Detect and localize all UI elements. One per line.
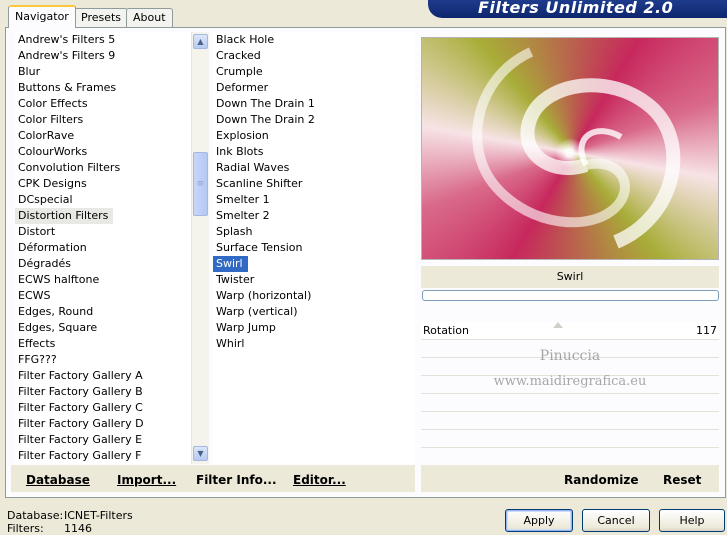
list-item[interactable]: ECWS [15, 288, 192, 304]
list-item[interactable]: Swirl [213, 256, 248, 272]
list-item[interactable]: ECWS halftone [15, 272, 192, 288]
list-item[interactable]: Warp (vertical) [213, 304, 415, 320]
list-item[interactable]: Explosion [213, 128, 415, 144]
watermark-line1: Pinuccia [539, 348, 601, 364]
list-item[interactable]: Down The Drain 2 [213, 112, 415, 128]
status-database-value: ICNET-Filters [64, 509, 133, 522]
parameter-slot [421, 430, 719, 448]
list-item[interactable]: Smelter 2 [213, 208, 415, 224]
list-item[interactable]: Blur [15, 64, 192, 80]
status-filters-label: Filters: [7, 522, 44, 535]
parameter-slot [421, 394, 719, 412]
help-button[interactable]: Help [659, 509, 725, 532]
watermark-line2: www.maidiregrafica.eu [493, 374, 647, 389]
list-item[interactable]: Cracked [213, 48, 415, 64]
scroll-thumb[interactable]: ≡ [193, 152, 208, 216]
randomize-button[interactable]: Randomize [564, 473, 638, 487]
filter-info-button[interactable]: Filter Info... [196, 473, 277, 487]
tab-navigator[interactable]: Navigator [8, 5, 76, 28]
list-item[interactable]: Distortion Filters [15, 208, 114, 224]
rotation-label: Rotation [423, 324, 470, 337]
tab-presets[interactable]: Presets [74, 8, 129, 27]
list-item[interactable]: FFG??? [15, 352, 192, 368]
grip-icon: ≡ [196, 179, 205, 189]
chevron-down-icon[interactable]: ▼ [193, 446, 208, 461]
list-item[interactable]: Warp (horizontal) [213, 288, 415, 304]
list-item[interactable]: Color Filters [15, 112, 192, 128]
list-item[interactable]: Black Hole [213, 32, 415, 48]
list-item[interactable]: Andrew's Filters 9 [15, 48, 192, 64]
tab-about[interactable]: About [126, 8, 173, 27]
list-item[interactable]: Whirl [213, 336, 415, 352]
list-item[interactable]: Splash [213, 224, 415, 240]
list-item[interactable]: Effects [15, 336, 192, 352]
editor-button[interactable]: Editor... [293, 473, 346, 487]
list-item[interactable]: CPK Designs [15, 176, 192, 192]
list-item[interactable]: Filter Factory Gallery B [15, 384, 192, 400]
status-filters-value: 1146 [64, 522, 92, 535]
list-item[interactable]: Edges, Round [15, 304, 192, 320]
status-database-label: Database: [7, 509, 64, 522]
list-item[interactable]: Filter Factory Gallery E [15, 432, 192, 448]
list-item[interactable]: Andrew's Filters 5 [15, 32, 192, 48]
parameter-slot [421, 448, 719, 466]
rotation-value: 117 [696, 324, 717, 337]
list-item[interactable]: ColorRave [15, 128, 192, 144]
database-button[interactable]: Database [26, 473, 90, 487]
list-item[interactable]: Color Effects [15, 96, 192, 112]
list-item[interactable]: Down The Drain 1 [213, 96, 415, 112]
list-item[interactable]: Edges, Square [15, 320, 192, 336]
list-item[interactable]: Filter Factory Gallery F [15, 448, 192, 464]
list-item[interactable]: Dégradés [15, 256, 192, 272]
list-item[interactable]: Convolution Filters [15, 160, 192, 176]
chevron-up-icon[interactable]: ▲ [193, 34, 208, 49]
list-item[interactable]: Distort [15, 224, 192, 240]
list-item[interactable]: Smelter 1 [213, 192, 415, 208]
list-item[interactable]: Deformer [213, 80, 415, 96]
list-item[interactable]: Buttons & Frames [15, 80, 192, 96]
list-item[interactable]: Filter Factory Gallery D [15, 416, 192, 432]
category-list[interactable]: Andrew's Filters 5 Andrew's Filters 9 Blur… [15, 32, 192, 464]
list-item[interactable]: DCspecial [15, 192, 192, 208]
list-item[interactable]: Filter Factory Gallery C [15, 400, 192, 416]
list-item[interactable]: Filter Factory Gallery A [15, 368, 192, 384]
list-item[interactable]: Surface Tension [213, 240, 415, 256]
import-button[interactable]: Import... [117, 473, 176, 487]
rotation-slider[interactable]: Rotation 117 [421, 322, 719, 340]
parameter-slot [421, 412, 719, 430]
list-item[interactable]: Warp Jump [213, 320, 415, 336]
apply-button[interactable]: Apply [505, 509, 573, 532]
progress-bar [422, 290, 719, 301]
app-title-banner: Filters Unlimited 2.0 [428, 0, 727, 18]
list-item[interactable]: ColourWorks [15, 144, 192, 160]
list-item[interactable]: Radial Waves [213, 160, 415, 176]
category-scrollbar[interactable]: ▲ ≡ ▼ [191, 32, 209, 464]
slider-thumb[interactable] [553, 322, 564, 328]
reset-button[interactable]: Reset [663, 473, 701, 487]
cancel-button[interactable]: Cancel [582, 509, 650, 532]
filter-list[interactable]: Black Hole Cracked Crumple Deformer Down The… [213, 32, 415, 464]
selected-filter-name: Swirl [421, 266, 719, 288]
list-item[interactable]: Déformation [15, 240, 192, 256]
list-item[interactable]: Scanline Shifter [213, 176, 415, 192]
swirl-overlay [472, 47, 681, 249]
list-item[interactable]: Ink Blots [213, 144, 415, 160]
list-item[interactable]: Crumple [213, 64, 415, 80]
list-item[interactable]: Twister [213, 272, 415, 288]
